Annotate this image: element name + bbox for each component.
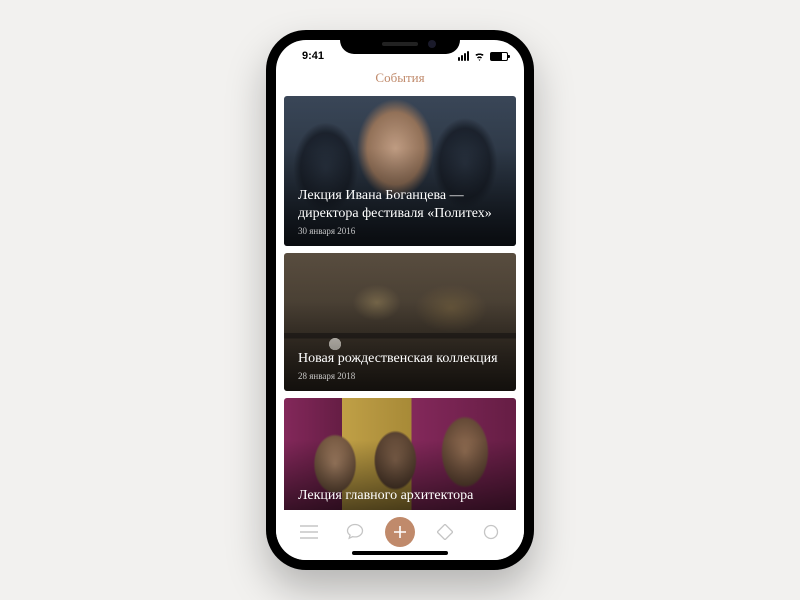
status-time: 9:41: [292, 50, 458, 62]
status-icons: [458, 51, 508, 61]
event-card[interactable]: Лекция Ивана Боганцева — директора фести…: [284, 96, 516, 246]
tab-add[interactable]: [385, 517, 415, 547]
event-title: Лекция главного архитектора: [298, 487, 502, 505]
event-date: 28 января 2018: [298, 371, 502, 381]
app-screen: 9:41 События Лекция Ивана Боганцева — ди…: [276, 40, 524, 560]
menu-icon: [300, 525, 318, 539]
circle-icon: [483, 524, 499, 540]
event-date: 30 января 2016: [298, 226, 502, 236]
chat-icon: [346, 523, 364, 541]
plus-icon: [393, 525, 407, 539]
home-indicator[interactable]: [352, 551, 448, 555]
event-card[interactable]: Новая рождественская коллекция 28 января…: [284, 253, 516, 391]
events-feed[interactable]: Лекция Ивана Боганцева — директора фести…: [276, 96, 524, 510]
event-title: Лекция Ивана Боганцева — директора фести…: [298, 187, 502, 222]
phone-camera: [428, 40, 436, 48]
page-title: События: [276, 66, 524, 96]
tab-chat[interactable]: [339, 516, 371, 548]
phone-speaker: [382, 42, 418, 46]
event-title: Новая рождественская коллекция: [298, 350, 502, 368]
event-card[interactable]: Лекция главного архитектора: [284, 398, 516, 510]
tab-profile[interactable]: [475, 516, 507, 548]
phone-frame: 9:41 События Лекция Ивана Боганцева — ди…: [266, 30, 534, 570]
battery-icon: [490, 52, 508, 61]
tab-discover[interactable]: [429, 516, 461, 548]
tab-menu[interactable]: [293, 516, 325, 548]
wifi-icon: [473, 51, 486, 61]
cellular-signal-icon: [458, 51, 469, 61]
diamond-icon: [437, 524, 453, 540]
